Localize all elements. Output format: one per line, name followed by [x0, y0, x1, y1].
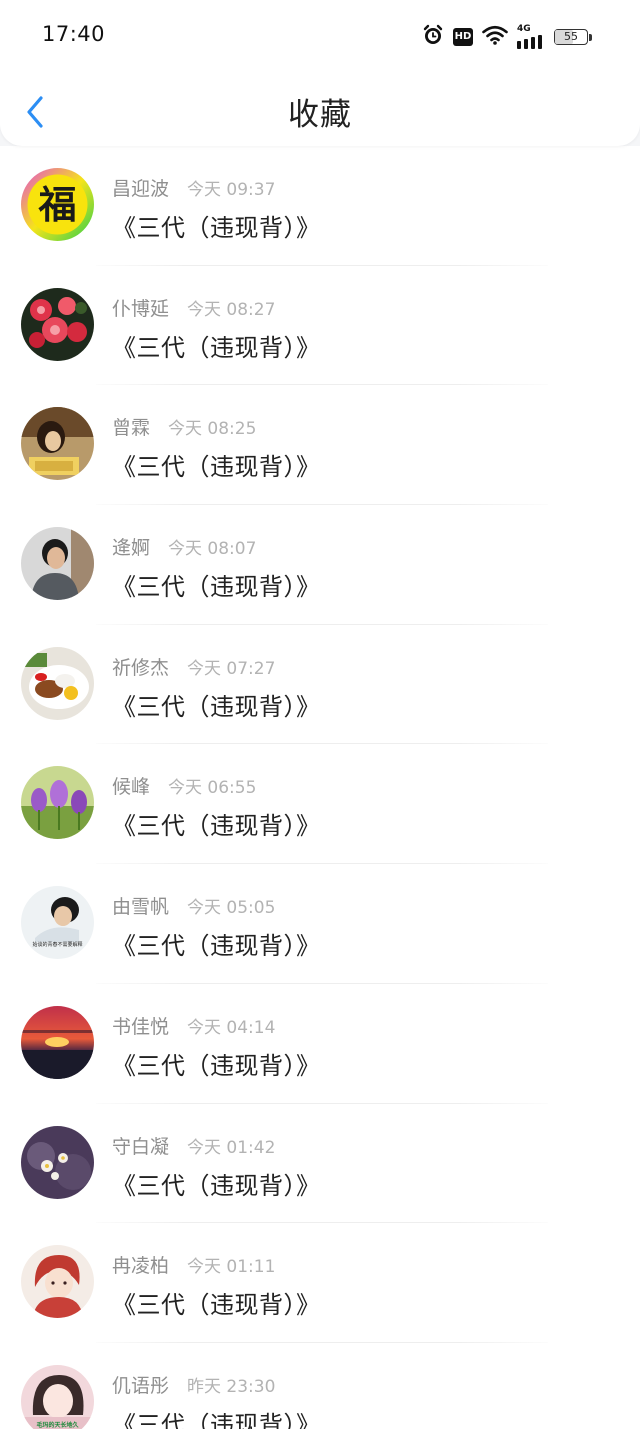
alarm-icon [422, 24, 444, 50]
item-meta: 逄婀 今天 08:07 [112, 533, 256, 560]
avatar-caption: 始谈的青春不需要解释 [32, 941, 82, 948]
item-meta: 祈修杰 今天 07:27 [112, 653, 275, 680]
avatar [21, 646, 94, 720]
item-meta: 守白凝 今天 01:42 [112, 1132, 275, 1159]
item-meta: 冉凌柏 今天 01:11 [112, 1251, 275, 1278]
page-title: 收藏 [288, 97, 352, 133]
avatar [21, 527, 94, 601]
book-title: 《三代（违现背）》 [112, 573, 321, 602]
battery-cap [589, 33, 592, 41]
timestamp: 昨天 23:30 [187, 1376, 276, 1397]
timestamp: 今天 04:14 [187, 1017, 276, 1038]
avatar: 始谈的青春不需要解释 [21, 886, 94, 960]
favorite-list-item[interactable]: 冉凌柏 今天 01:11 《三代（违现背）》 [0, 1223, 640, 1343]
timestamp: 今天 08:07 [168, 539, 257, 560]
user-name: 守白凝 [112, 1135, 170, 1158]
user-name: 冉凌柏 [112, 1255, 170, 1278]
hd-icon: HD [453, 28, 473, 46]
user-name: 曾霖 [112, 417, 151, 440]
item-meta: 昌迎波 今天 09:37 [112, 174, 275, 201]
item-meta: 由雪帆 今天 05:05 [112, 892, 275, 919]
avatar [21, 766, 94, 840]
timestamp: 今天 09:37 [187, 180, 276, 200]
user-name: 祈修杰 [112, 656, 170, 679]
favorite-list-item[interactable]: 始谈的青春不需要解释 由雪帆 今天 05:05 《三代（违现背）》 [0, 864, 640, 984]
avatar [21, 287, 94, 361]
book-title: 《三代（违现背）》 [112, 1291, 321, 1320]
user-name: 由雪帆 [112, 896, 170, 919]
battery-icon: 55 [554, 29, 588, 45]
top-bar: 17:40 HD 4G 55 收藏 [0, 0, 640, 146]
book-title: 《三代（违现背）》 [112, 453, 321, 482]
item-meta: 曾霖 今天 08:25 [112, 413, 256, 440]
avatar [21, 1125, 94, 1199]
favorite-list-item[interactable]: 仆博延 今天 08:27 《三代（违现背）》 [0, 266, 640, 386]
status-icons: HD 4G 55 [413, 24, 592, 50]
item-meta: 书佳悦 今天 04:14 [112, 1012, 275, 1039]
favorite-list-item[interactable]: 祈修杰 今天 07:27 《三代（违现背）》 [0, 625, 640, 745]
user-name: 候峰 [112, 776, 151, 799]
cellular-signal-icon: 4G [517, 25, 545, 49]
timestamp: 今天 06:55 [168, 778, 257, 799]
avatar-fu-character: 福 [37, 182, 76, 227]
battery-level: 55 [564, 30, 578, 43]
favorites-screen: 17:40 HD 4G 55 收藏 福 昌迎波 今天 09:37 《三代（违现背… [0, 0, 640, 1429]
favorite-list-item[interactable]: 毛玛的天长地久 仉语彤 昨天 23:30 《三代（违现背）》 [0, 1343, 640, 1429]
book-title: 《三代（违现背）》 [112, 932, 321, 961]
book-title: 《三代（违现背）》 [112, 812, 321, 841]
status-time: 17:40 [42, 22, 106, 46]
book-title: 《三代（违现背）》 [112, 333, 321, 362]
item-meta: 候峰 今天 06:55 [112, 772, 256, 799]
book-title: 《三代（违现背）》 [112, 1410, 321, 1429]
user-name: 逄婀 [112, 537, 151, 560]
favorites-list: 福 昌迎波 今天 09:37 《三代（违现背）》 仆博延 今天 08:27 《三… [0, 146, 640, 1429]
wifi-icon [482, 25, 508, 49]
user-name: 书佳悦 [112, 1015, 170, 1038]
avatar: 福 [21, 168, 94, 241]
avatar: 毛玛的天长地久 [21, 1364, 94, 1429]
network-type-label: 4G [517, 24, 531, 34]
avatar [21, 1245, 94, 1319]
user-name: 仆博延 [112, 297, 170, 320]
timestamp: 今天 08:27 [187, 299, 276, 320]
favorite-list-item[interactable]: 曾霖 今天 08:25 《三代（违现背）》 [0, 385, 640, 506]
book-title: 《三代（违现背）》 [112, 214, 321, 242]
item-meta: 仉语彤 昨天 23:30 [112, 1371, 275, 1398]
book-title: 《三代（违现背）》 [112, 1051, 321, 1080]
item-meta: 仆博延 今天 08:27 [112, 294, 275, 321]
favorite-list-item[interactable]: 书佳悦 今天 04:14 《三代（违现背）》 [0, 984, 640, 1104]
timestamp: 今天 07:27 [187, 658, 276, 679]
timestamp: 今天 08:25 [168, 419, 257, 440]
user-name: 昌迎波 [112, 178, 170, 200]
favorite-list-item[interactable]: 守白凝 今天 01:42 《三代（违现背）》 [0, 1104, 640, 1224]
favorite-list-item[interactable]: 福 昌迎波 今天 09:37 《三代（违现背）》 [0, 146, 640, 266]
book-title: 《三代（违现背）》 [112, 692, 321, 721]
favorite-list-item[interactable]: 逄婀 今天 08:07 《三代（违现背）》 [0, 505, 640, 625]
book-title: 《三代（违现背）》 [112, 1171, 321, 1200]
favorite-list-item[interactable]: 候峰 今天 06:55 《三代（违现背）》 [0, 744, 640, 865]
timestamp: 今天 05:05 [187, 898, 276, 919]
avatar [21, 407, 94, 481]
avatar [21, 1005, 94, 1079]
timestamp: 今天 01:11 [187, 1257, 276, 1278]
timestamp: 今天 01:42 [187, 1137, 276, 1158]
avatar-caption: 毛玛的天长地久 [36, 1421, 79, 1429]
user-name: 仉语彤 [112, 1374, 170, 1397]
